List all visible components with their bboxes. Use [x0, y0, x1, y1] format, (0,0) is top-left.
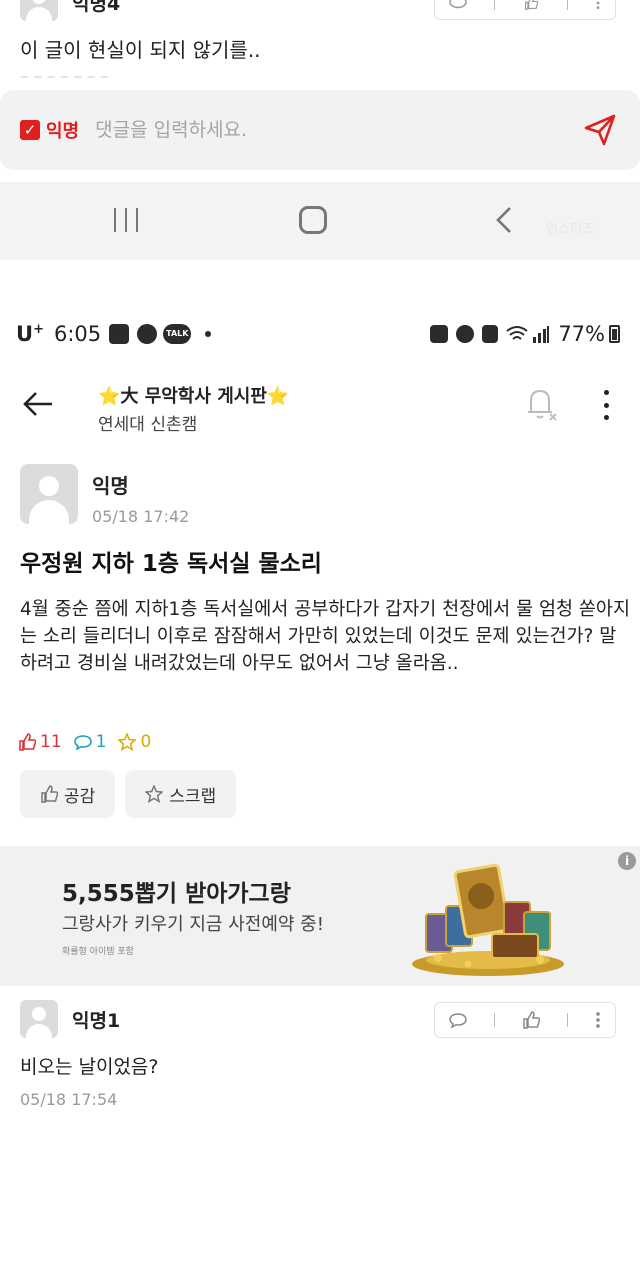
avatar	[20, 0, 58, 21]
like-button-label: 공감	[64, 786, 96, 807]
ad-disclaimer: 확률형 아이템 포함	[62, 947, 134, 957]
comment-timestamp: 05/18 17:54	[20, 1090, 118, 1109]
comment-header: 익명1	[20, 1000, 120, 1038]
previous-screenshot: 익명4 이 글이 현실이 되지 않기를.. ‒ ‒ ‒ ‒ ‒ ‒ ‒ ✓ 익명…	[0, 0, 640, 268]
like-icon[interactable]	[522, 1011, 540, 1029]
more-icon[interactable]	[595, 0, 601, 10]
like-count: 11	[18, 732, 62, 752]
board-header: ⭐大 무악학사 게시판⭐ 연세대 신촌캠	[0, 372, 640, 436]
comment-count: 1	[73, 732, 106, 752]
post-body: 4월 중순 쯤에 지하1층 독서실에서 공부하다가 갑자기 천장에서 물 엄청 …	[20, 599, 630, 674]
back-nav-icon[interactable]	[494, 206, 514, 234]
recent-apps-icon[interactable]	[114, 208, 138, 232]
send-icon[interactable]	[582, 112, 618, 148]
wifi-icon	[506, 326, 528, 340]
comment-author: 익명4	[72, 0, 121, 15]
ad-info-icon[interactable]: i	[618, 852, 636, 870]
android-nav-bar: 인스티즈	[0, 182, 640, 260]
watermark: 인스티즈	[546, 222, 594, 237]
comment-input-bar: ✓ 익명	[0, 90, 640, 170]
board-subtitle: 연세대 신촌캠	[98, 415, 198, 435]
like-icon[interactable]	[522, 0, 540, 10]
back-arrow-icon[interactable]	[22, 390, 54, 418]
anonymous-label: 익명	[46, 121, 80, 142]
comment-action-bar	[434, 1002, 616, 1038]
post-stats: 11 1 0	[18, 732, 163, 752]
ad-banner[interactable]: 5,555뽑기 받아가그랑 그랑사가 키우기 지금 사전예약 중! 확률형 아이…	[0, 846, 640, 986]
reply-icon[interactable]	[448, 1012, 467, 1028]
post-title: 우정원 지하 1층 독서실 물소리	[20, 551, 322, 577]
ad-treasure-cards-image	[412, 863, 564, 976]
star-icon: ⭐	[98, 386, 121, 407]
star-outline-icon	[118, 733, 137, 751]
battery-icon	[609, 325, 620, 343]
post-header: 익명 05/18 17:42	[20, 464, 189, 526]
alarm-icon	[456, 325, 475, 343]
scrap-button[interactable]: 스크랩	[125, 770, 237, 818]
gallery-icon	[109, 324, 130, 344]
comment-text: 이 글이 현실이 되지 않기를..	[20, 38, 261, 62]
home-icon[interactable]	[299, 206, 327, 234]
signal-icon	[533, 326, 550, 343]
more-icon[interactable]	[595, 1011, 601, 1029]
post-timestamp: 05/18 17:42	[92, 507, 190, 526]
comment-author: 익명1	[72, 1009, 121, 1032]
face-icon	[137, 324, 158, 344]
board-title: ⭐大 무악학사 게시판⭐	[98, 386, 290, 407]
comment-header: 익명4	[20, 0, 121, 21]
divider	[493, 0, 495, 10]
comment-icon	[73, 735, 92, 750]
like-button[interactable]: 공감	[20, 770, 116, 818]
star-icon: ⭐	[266, 386, 290, 407]
mute-icon	[482, 325, 499, 343]
carrier-label: U+	[16, 322, 44, 346]
thumbs-up-icon	[19, 733, 36, 751]
comment-text: 비오는 날이었음?	[20, 1056, 159, 1078]
ad-title: 5,555뽑기 받아가그랑	[62, 881, 291, 907]
scrap-button-label: 스크랩	[169, 786, 217, 807]
status-bar: U+ 6:05 TALK 77%	[0, 318, 640, 352]
kakaotalk-icon: TALK	[163, 324, 192, 344]
reply-icon[interactable]	[448, 0, 467, 10]
post-author: 익명	[92, 474, 129, 498]
divider	[567, 0, 569, 10]
scrap-count: 0	[118, 732, 151, 752]
divider	[493, 1013, 495, 1027]
avatar	[20, 1000, 58, 1038]
post-actions: 공감 스크랩	[20, 770, 246, 818]
avatar	[20, 464, 78, 524]
comment-action-bar	[434, 0, 616, 20]
notification-off-icon[interactable]	[524, 386, 558, 422]
thumbs-up-icon	[41, 785, 58, 803]
anonymous-checkbox[interactable]: ✓	[20, 120, 40, 140]
star-outline-icon	[145, 785, 164, 803]
battery-percent: 77%	[558, 322, 605, 346]
more-notifications-dot	[205, 331, 212, 337]
ad-subtitle: 그랑사가 키우기 지금 사전예약 중!	[62, 914, 324, 935]
divider	[567, 1013, 569, 1027]
comment-input[interactable]	[95, 119, 556, 141]
lock-icon	[430, 325, 449, 343]
clock: 6:05	[53, 322, 102, 346]
comment-date-cut: ‒ ‒ ‒ ‒ ‒ ‒ ‒	[20, 69, 110, 78]
more-menu-icon[interactable]	[602, 390, 610, 420]
